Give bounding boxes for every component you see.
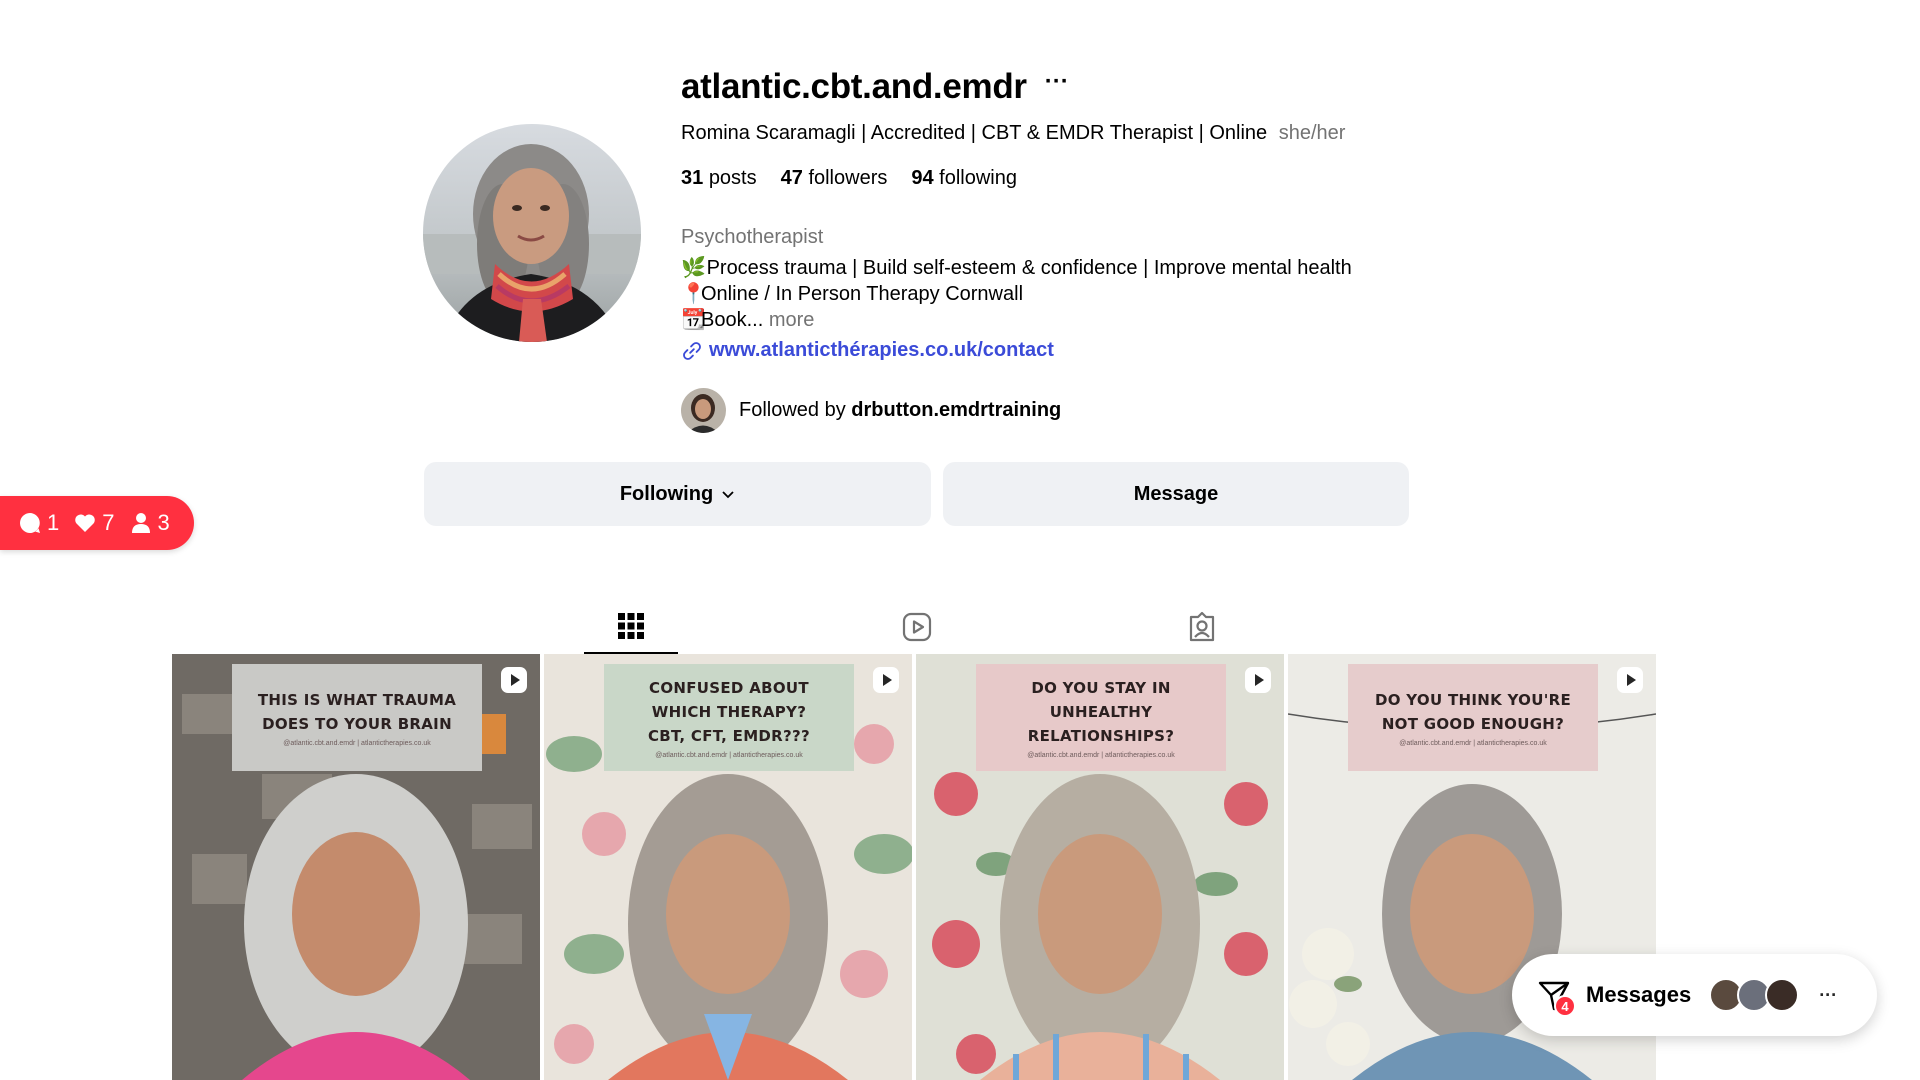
reels-icon — [902, 612, 932, 642]
profile-stats: 31 posts 47 followers 94 following — [681, 167, 1441, 190]
bio-line-1: 🌿 Process trauma | Build self-esteem & c… — [681, 257, 1352, 279]
calendar-icon: 📆 — [681, 309, 706, 331]
link-icon — [683, 341, 701, 360]
full-name-row: Romina Scaramagli | Accredited | CBT & E… — [681, 122, 1441, 145]
tab-tagged[interactable] — [1155, 600, 1249, 654]
activity-notification[interactable]: 1 7 3 — [0, 496, 194, 550]
profile-photo — [423, 124, 641, 342]
following-button[interactable]: Following — [424, 462, 931, 526]
website-url: www.atlanticthérapies.co.uk/contact — [709, 339, 1054, 361]
person-icon — [131, 513, 150, 533]
pin-icon: 📍 — [681, 283, 706, 305]
post-tile[interactable]: Confused about which therapy? CBT, CFT, … — [544, 654, 912, 1080]
follower-avatar — [681, 388, 726, 433]
post-caption: Do you think you're not good enough? @at… — [1348, 664, 1598, 771]
post-caption: This is what trauma does to your brain @… — [232, 664, 482, 771]
post-caption: Confused about which therapy? CBT, CFT, … — [604, 664, 854, 771]
options-button[interactable]: ··· — [1045, 70, 1069, 104]
bio: 🌿 Process trauma | Build self-esteem & c… — [681, 255, 1441, 333]
profile-category: Psychotherapist — [681, 226, 824, 248]
reel-icon — [1617, 667, 1643, 693]
full-name: Romina Scaramagli | Accredited | CBT & E… — [681, 122, 1268, 144]
messages-dock[interactable]: 4 Messages ··· — [1512, 954, 1877, 1036]
post-tile[interactable]: Do you stay in unhealthy relationships? … — [916, 654, 1284, 1080]
tagged-icon — [1189, 611, 1215, 642]
website-link[interactable]: www.atlanticthérapies.co.uk/contact — [681, 339, 1441, 362]
following-stat[interactable]: 94 following — [911, 167, 1017, 190]
profile-info: atlantic.cbt.and.emdr ··· Romina Scarama… — [681, 64, 1441, 433]
grid-icon — [618, 613, 644, 639]
herb-icon: 🌿 — [681, 257, 706, 279]
post-tile[interactable]: This is what trauma does to your brain @… — [172, 654, 540, 1080]
followed-by[interactable]: Followed by drbutton.emdrtraining — [681, 388, 1441, 433]
bio-line-2: 📍Online / In Person Therapy Cornwall — [681, 283, 1024, 305]
reel-icon — [873, 667, 899, 693]
bio-line-3: 📆Book... more — [681, 309, 815, 331]
tab-posts[interactable] — [584, 600, 678, 654]
title-row: atlantic.cbt.and.emdr ··· — [681, 64, 1441, 110]
followers-stat[interactable]: 47 followers — [781, 167, 888, 190]
tab-reels[interactable] — [870, 600, 964, 654]
pronouns: she/her — [1278, 122, 1346, 144]
message-button[interactable]: Message — [943, 462, 1409, 526]
messages-label: Messages — [1586, 982, 1692, 1007]
avatar — [1765, 978, 1800, 1012]
message-avatars — [1709, 978, 1800, 1012]
username: atlantic.cbt.and.emdr — [681, 67, 1027, 106]
reel-icon — [501, 667, 527, 693]
profile-page: atlantic.cbt.and.emdr ··· Romina Scarama… — [0, 0, 1920, 1080]
messages-badge: 4 — [1554, 995, 1576, 1017]
followed-by-text: Followed by drbutton.emdrtraining — [739, 399, 1062, 421]
posts-stat: 31 posts — [681, 167, 757, 189]
follows-count: 3 — [129, 510, 170, 536]
profile-avatar[interactable] — [423, 124, 641, 342]
post-caption: Do you stay in unhealthy relationships? … — [976, 664, 1226, 771]
heart-icon — [75, 514, 96, 532]
comment-icon — [20, 513, 40, 533]
more-icon[interactable]: ··· — [1819, 985, 1837, 1006]
messenger-icon: 4 — [1536, 977, 1576, 1017]
comments-count: 1 — [18, 510, 59, 536]
likes-count: 7 — [73, 510, 115, 536]
chevron-down-icon — [722, 491, 734, 499]
posts-grid: This is what trauma does to your brain @… — [172, 654, 1658, 1080]
bio-more-link[interactable]: more — [763, 309, 815, 331]
reel-icon — [1245, 667, 1271, 693]
